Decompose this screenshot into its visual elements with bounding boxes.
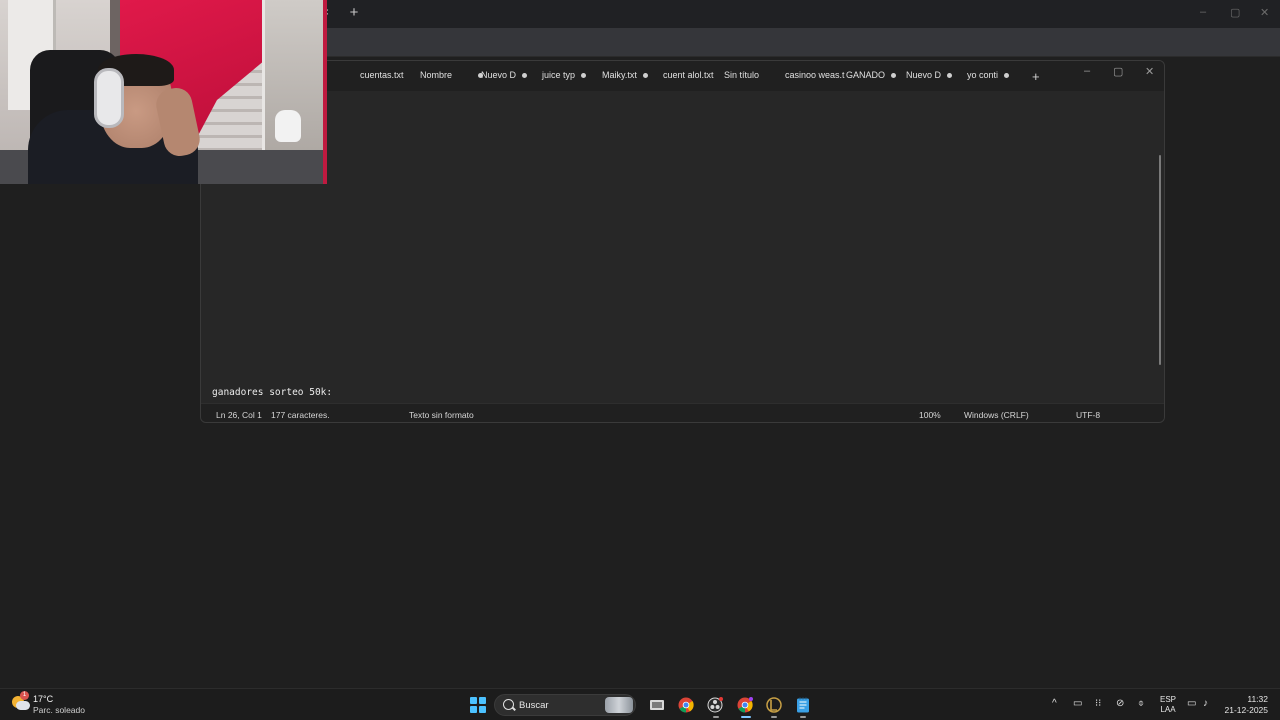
unsaved-dot-icon: [1004, 72, 1010, 78]
zoom-level[interactable]: 100%: [919, 410, 941, 420]
clock-date: 21-12-2025: [1224, 705, 1268, 715]
browser-close-button[interactable]: ✕: [1260, 6, 1269, 19]
windows-logo-square: [470, 706, 477, 713]
notepad-tab[interactable]: GANADO: [846, 70, 897, 80]
running-indicator: [800, 716, 806, 718]
notepad-tab[interactable]: casinoo weas.t: [785, 70, 845, 80]
obs-icon: [707, 697, 723, 713]
notepad-tab[interactable]: juice typ: [542, 70, 587, 80]
notepad-minimize-button[interactable]: –: [1084, 65, 1090, 77]
tab-label: cuentas.txt: [360, 70, 404, 80]
search-label: Buscar: [519, 700, 549, 711]
keyboard-layout: LAA: [1160, 705, 1176, 714]
search-icon: [503, 699, 514, 710]
notepad-tab[interactable]: cuent alol.txt: [663, 70, 714, 80]
weather-temperature[interactable]: 17°C: [33, 694, 53, 704]
notepad-tab[interactable]: Nuevo D: [906, 70, 953, 80]
search-highlight-image: [605, 697, 633, 713]
browser-restore-button[interactable]: ▢: [1230, 6, 1240, 19]
running-indicator: [713, 716, 719, 718]
display-icon[interactable]: ▭: [1187, 698, 1196, 709]
line-endings[interactable]: Windows (CRLF): [964, 410, 1029, 420]
new-tab-button[interactable]: +: [345, 4, 363, 22]
microphone-icon[interactable]: ⌽: [1138, 698, 1144, 709]
tab-label: casinoo weas.t: [785, 70, 845, 80]
webcam-toilet: [275, 110, 301, 142]
windows-logo-square: [479, 697, 486, 704]
tab-label: Nombre: [420, 70, 453, 80]
system-clock[interactable]: 11:32 21-12-2025: [1222, 694, 1268, 716]
browser-minimize-button[interactable]: –: [1200, 6, 1206, 18]
chrome-canary-icon: [737, 697, 753, 713]
streaming-app[interactable]: [706, 696, 724, 714]
tab-label: Nuevo D: [906, 70, 942, 80]
notepad-editor[interactable]: ganadores sorteo 50k: dreffi 10k tarroen…: [201, 121, 1164, 422]
tab-label: yo conti: [967, 70, 999, 80]
language-code: ESP: [1160, 695, 1177, 704]
tray-network-icon[interactable]: ⊘: [1116, 698, 1124, 709]
tray-grid-icon[interactable]: ⁝⁝: [1095, 698, 1101, 709]
unsaved-dot-icon: [642, 72, 648, 78]
active-indicator: [741, 716, 751, 718]
task-view-icon: [650, 700, 664, 710]
cursor-position: Ln 26, Col 1: [216, 410, 262, 420]
notepad-close-button[interactable]: ✕: [1145, 65, 1154, 78]
notepad-icon: [797, 697, 809, 713]
webcam-headphones: [94, 68, 124, 128]
weather-description[interactable]: Parc. soleado: [33, 705, 85, 715]
notepad-app[interactable]: [794, 696, 812, 714]
tab-label: Nuevo D: [481, 70, 517, 80]
chevron-up-icon[interactable]: ^: [1052, 698, 1057, 709]
chrome-icon: [678, 697, 694, 713]
tab-label: GANADO: [846, 70, 886, 80]
tab-label: Maiky.txt: [602, 70, 637, 80]
weather-icon[interactable]: 1: [12, 691, 30, 714]
chrome-app[interactable]: [677, 696, 695, 714]
unsaved-dot-icon: [947, 72, 953, 78]
notepad-status-bar: Ln 26, Col 1 177 caracteres. Texto sin f…: [201, 403, 1164, 422]
taskbar-search[interactable]: Buscar: [494, 694, 636, 716]
windows-taskbar: 1 17°C Parc. soleado Buscar ^ ▭ ⁝⁝ ⊘ ⌽ E…: [0, 688, 1280, 720]
windows-logo-square: [479, 706, 486, 713]
editor-scrollbar[interactable]: [1159, 155, 1161, 365]
clock-time: 11:32: [1247, 694, 1268, 704]
league-icon: [766, 697, 782, 713]
notepad-tab[interactable]: Sin título: [724, 70, 759, 80]
webcam-edge: [323, 0, 327, 184]
league-app[interactable]: [765, 696, 783, 714]
windows-logo-icon: [470, 697, 477, 704]
webcam-overlay: [0, 0, 327, 184]
input-language[interactable]: ESP LAA: [1160, 695, 1176, 715]
encoding[interactable]: UTF-8: [1076, 410, 1100, 420]
unsaved-dot-icon: [522, 72, 528, 78]
task-view-button[interactable]: [648, 696, 666, 714]
notepad-tab[interactable]: cuentas.txt: [360, 70, 404, 80]
volume-icon[interactable]: ♪: [1203, 698, 1208, 709]
notepad-tab[interactable]: Nuevo D: [481, 70, 528, 80]
editor-line: ganadores sorteo 50k:: [212, 387, 333, 398]
tab-label: Sin título: [724, 70, 760, 80]
unsaved-dot-icon: [891, 72, 897, 78]
start-button[interactable]: [470, 697, 486, 713]
tab-label: juice typ: [542, 70, 576, 80]
text-format[interactable]: Texto sin formato: [409, 410, 474, 420]
character-count: 177 caracteres.: [271, 410, 330, 420]
notepad-maximize-button[interactable]: ▢: [1113, 65, 1123, 78]
notepad-tab[interactable]: Nombre: [420, 70, 484, 80]
notepad-tab[interactable]: Maiky.txt: [602, 70, 648, 80]
running-indicator: [771, 716, 777, 718]
notepad-format-toolbar: H1 ⌄ ⌄ B I ⌄: [201, 91, 1164, 137]
unsaved-dot-icon: [581, 72, 587, 78]
chrome-app-active[interactable]: [736, 696, 754, 714]
notepad-tab[interactable]: yo conti: [967, 70, 1010, 80]
notepad-tab-bar: cuentas.txt Nombre Nuevo D juice typ Mai…: [201, 61, 1164, 91]
tab-label: cuent alol.txt: [663, 70, 714, 80]
weather-badge: 1: [20, 691, 29, 700]
cloud-icon: [16, 701, 30, 710]
add-tab-button[interactable]: +: [1032, 69, 1040, 84]
notepad-window: cuentas.txt Nombre Nuevo D juice typ Mai…: [200, 60, 1165, 423]
tray-app-icon[interactable]: ▭: [1073, 698, 1082, 709]
